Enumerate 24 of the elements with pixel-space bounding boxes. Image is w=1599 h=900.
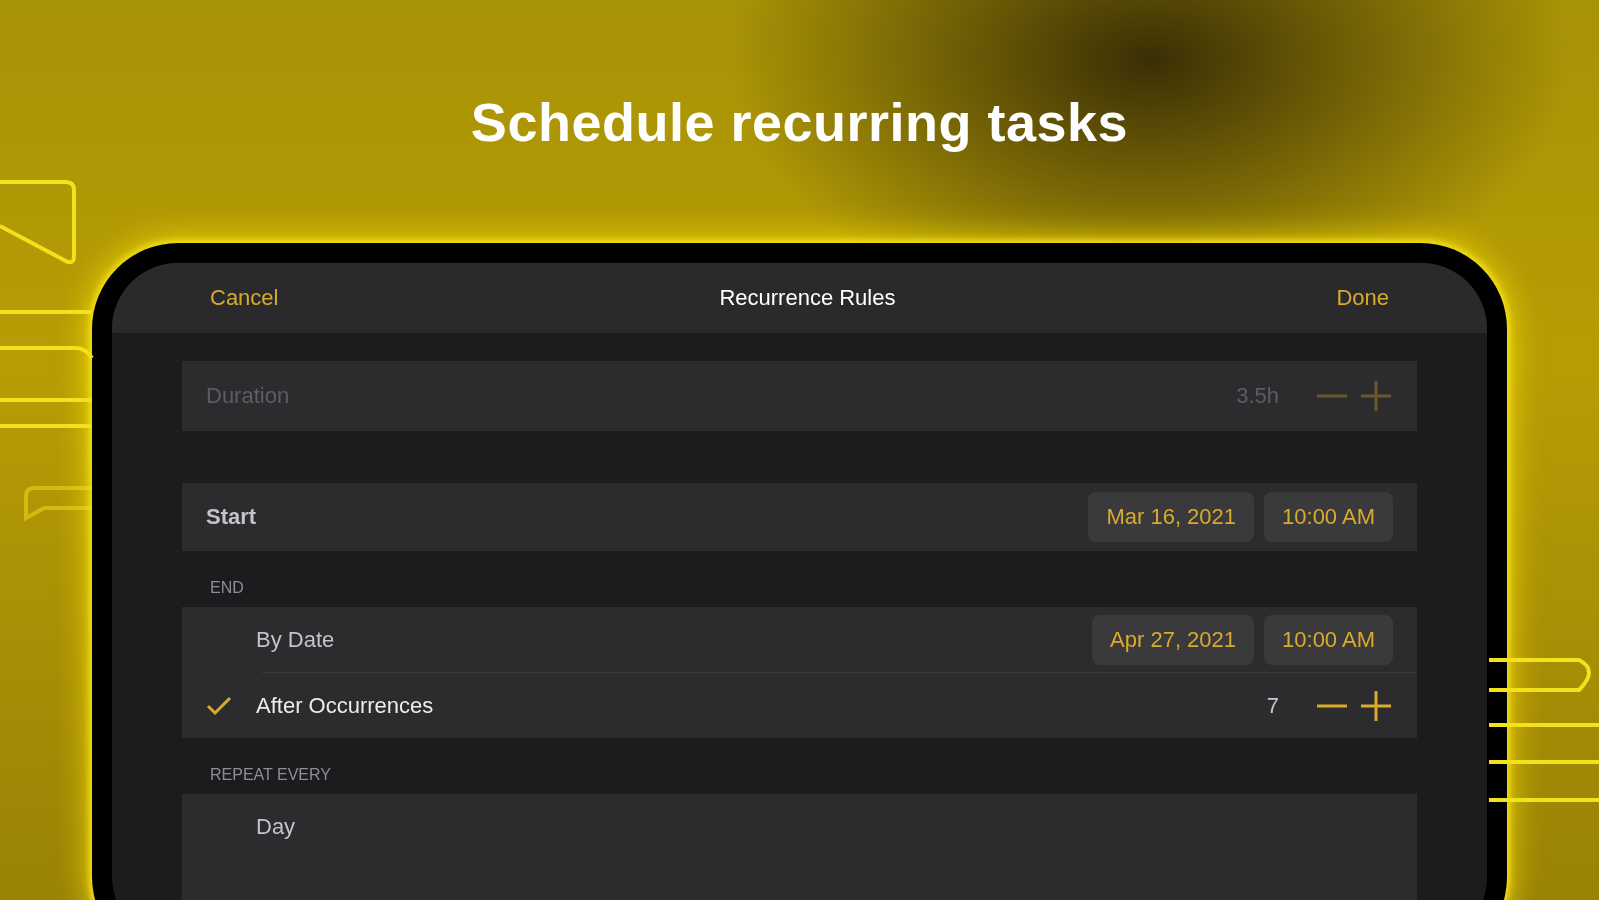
option-row[interactable]: By Date Apr 27, 2021 10:00 AM: [182, 607, 1417, 672]
option-label[interactable]: By Date: [256, 626, 335, 653]
option-label[interactable]: After Occurrences: [256, 692, 434, 719]
time-picker[interactable]: 10:00 AM: [1264, 614, 1393, 665]
done-button[interactable]: Done: [1336, 285, 1389, 311]
plus-icon: [1361, 690, 1391, 721]
checkmark-icon: [206, 695, 232, 716]
option-label[interactable]: Day: [256, 813, 296, 840]
screen-title: Recurrence Rules: [719, 285, 896, 311]
occurrences-value: 7: [1266, 692, 1279, 719]
option-row[interactable]: After Occurrences 7: [182, 673, 1417, 738]
section-header: END: [209, 578, 245, 598]
option-row[interactable]: Day: [182, 794, 1417, 859]
headline: Schedule recurring tasks: [470, 90, 1129, 154]
minus-icon: [1317, 394, 1347, 398]
minus-icon: [1317, 703, 1347, 708]
section-header: REPEAT EVERY: [209, 765, 332, 785]
time-picker[interactable]: 10:00 AM: [1264, 492, 1393, 542]
date-picker[interactable]: Mar 16, 2021: [1088, 492, 1255, 542]
start-label: Start: [206, 504, 257, 530]
cancel-button[interactable]: Cancel: [210, 285, 279, 311]
plus-icon: [1361, 381, 1391, 411]
plus-button[interactable]: [1359, 688, 1393, 723]
date-picker[interactable]: Apr 27, 2021: [1092, 614, 1255, 665]
